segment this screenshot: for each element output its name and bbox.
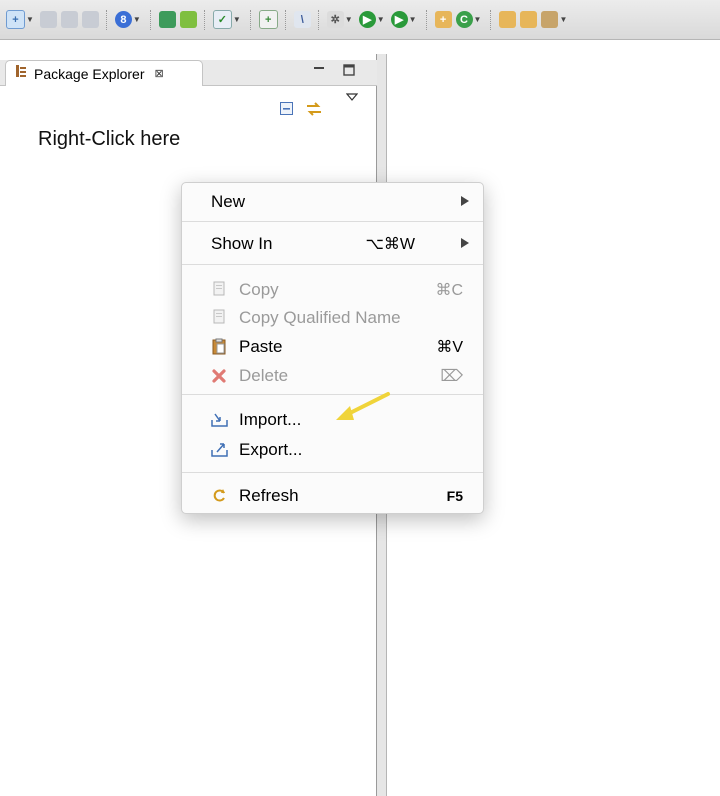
import-icon [211, 411, 228, 428]
checklist-icon[interactable]: ✓ [212, 10, 232, 29]
main-toolbar: + ▼ 8 ▼ ✓ ▼ + \ ✲ ▼ ▶ ▼ ▶ ▼ + C ▼ ▼ [0, 0, 720, 40]
copy-qualified-name-icon [211, 309, 228, 326]
menu-item-shortcut: ⌘C [435, 282, 463, 299]
menu-item-shortcut: ⌘V [436, 339, 463, 356]
link-with-editor-icon[interactable] [305, 101, 321, 117]
open-type-icon[interactable] [499, 11, 517, 28]
menu-separator [182, 221, 483, 222]
minimize-icon[interactable] [313, 63, 325, 79]
new-file-icon[interactable]: + [258, 10, 278, 29]
submenu-arrow-icon [461, 196, 469, 206]
menu-item-shortcut: ⌦ [440, 368, 463, 385]
delete-icon [211, 367, 228, 384]
view-menu-icon[interactable] [345, 92, 359, 104]
menu-item-shortcut: ⌥⌘W [365, 236, 415, 253]
new-class-dropdown-icon[interactable]: ▼ [474, 15, 482, 24]
menu-item-label: Import... [239, 410, 302, 429]
tab-label: Package Explorer [34, 65, 145, 82]
tab-package-explorer[interactable]: Package Explorer ⊠ [5, 60, 203, 86]
toolbar-separator [105, 9, 108, 30]
toolbar-separator [149, 9, 152, 30]
submenu-arrow-icon [461, 238, 469, 248]
refresh-icon [211, 487, 228, 504]
menu-item-new[interactable]: New [182, 187, 483, 215]
download-icon[interactable] [158, 11, 176, 28]
google-icon[interactable]: 8 [114, 11, 132, 28]
menu-item-label: New [211, 192, 246, 211]
close-icon[interactable]: ⊠ [155, 67, 164, 80]
context-menu: New Show In ⌥⌘W Copy ⌘C Copy Qualified N… [181, 182, 484, 514]
run-dropdown-icon[interactable]: ▼ [377, 15, 385, 24]
menu-item-paste[interactable]: Paste ⌘V [182, 332, 483, 360]
new-java-class-icon[interactable]: C [455, 11, 473, 28]
menu-item-export[interactable]: Export... [182, 435, 483, 463]
toolbar-separator [203, 9, 206, 30]
toolbar-separator [317, 9, 320, 30]
menu-item-shortcut: F5 [446, 488, 463, 504]
copy-icon [211, 281, 228, 298]
collapse-all-icon[interactable] [279, 101, 295, 117]
external-tools-icon[interactable]: ▶ [390, 11, 408, 28]
menu-separator [182, 264, 483, 265]
google-dropdown-icon[interactable]: ▼ [133, 15, 141, 24]
toolbar-separator [490, 9, 492, 30]
export-icon [211, 441, 228, 458]
skip-breakpoints-icon[interactable]: \ [293, 11, 311, 28]
maximize-icon[interactable] [343, 63, 355, 79]
package-explorer-icon [14, 64, 28, 83]
toolbar-separator [249, 9, 252, 30]
search-dropdown-icon[interactable]: ▼ [559, 15, 567, 24]
paste-icon [211, 338, 228, 355]
menu-item-label: Paste [239, 337, 283, 356]
menu-item-delete[interactable]: Delete ⌦ [182, 361, 483, 389]
new-wizard-icon[interactable]: + [6, 10, 25, 29]
new-dropdown-icon[interactable]: ▼ [26, 15, 34, 24]
search-icon[interactable] [541, 11, 559, 28]
menu-item-label: Delete [239, 366, 289, 385]
debug-dropdown-icon[interactable]: ▼ [345, 15, 353, 24]
menu-item-copy-qualified-name[interactable]: Copy Qualified Name [182, 303, 483, 331]
run-icon[interactable]: ▶ [358, 11, 376, 28]
save-icon[interactable] [39, 11, 57, 28]
toolbar-separator [284, 9, 287, 30]
save-all-icon[interactable] [60, 11, 78, 28]
toolbar-separator [425, 9, 428, 30]
menu-item-copy[interactable]: Copy ⌘C [182, 275, 483, 303]
menu-separator [182, 472, 483, 473]
checklist-dropdown-icon[interactable]: ▼ [233, 15, 241, 24]
menu-item-label: Copy Qualified Name [239, 308, 401, 327]
menu-item-show-in[interactable]: Show In ⌥⌘W [182, 229, 483, 257]
menu-item-label: Show In [211, 234, 273, 253]
debug-icon[interactable]: ✲ [326, 11, 344, 28]
new-java-package-icon[interactable]: + [434, 11, 452, 28]
menu-item-refresh[interactable]: Refresh F5 [182, 481, 483, 509]
menu-item-label: Export... [239, 440, 303, 459]
open-task-icon[interactable] [520, 11, 538, 28]
hint-text: Right-Click here [38, 128, 181, 150]
annotation-arrow-icon [336, 392, 390, 420]
menu-item-label: Copy [239, 280, 279, 299]
android-sdk-icon[interactable] [179, 11, 197, 28]
menu-item-label: Refresh [239, 486, 299, 505]
external-tools-dropdown-icon[interactable]: ▼ [409, 15, 417, 24]
print-icon[interactable] [81, 11, 99, 28]
